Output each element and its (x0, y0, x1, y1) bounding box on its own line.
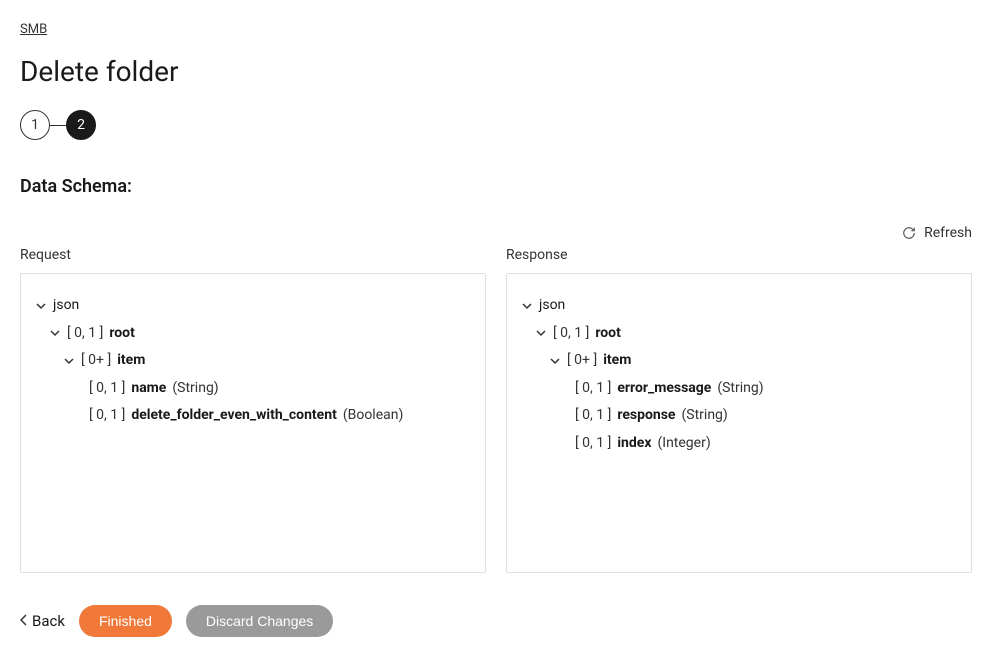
cardinality: [ 0, 1 ] (575, 406, 611, 426)
tree-row-json[interactable]: json (521, 292, 957, 320)
field-type: (String) (172, 379, 218, 399)
field-name: response (617, 406, 675, 426)
breadcrumb-smb[interactable]: SMB (20, 22, 47, 37)
tree-row-field[interactable]: [ 0, 1 ] response (String) (521, 402, 957, 430)
tree-row-root[interactable]: [ 0, 1 ] root (521, 320, 957, 348)
finished-button[interactable]: Finished (79, 605, 172, 637)
tree-row-field[interactable]: [ 0, 1 ] error_message (String) (521, 375, 957, 403)
field-type: (String) (681, 406, 727, 426)
cardinality: [ 0, 1 ] (575, 434, 611, 454)
cardinality: [ 0, 1 ] (89, 406, 125, 426)
section-title: Data Schema: (20, 176, 972, 197)
response-label: Response (506, 247, 972, 263)
field-name: item (603, 351, 631, 371)
tree-row-json[interactable]: json (35, 292, 471, 320)
tree-row-field[interactable]: [ 0, 1 ] name (String) (35, 375, 471, 403)
field-name: name (131, 379, 166, 399)
field-name: root (109, 324, 134, 344)
tree-row-root[interactable]: [ 0, 1 ] root (35, 320, 471, 348)
field-name: delete_folder_even_with_content (131, 406, 336, 426)
cardinality: [ 0+ ] (81, 351, 111, 371)
field-type: (String) (717, 379, 763, 399)
cardinality: [ 0, 1 ] (89, 379, 125, 399)
schema-columns: Request json [ 0, 1 ] root [ 0+ ] (20, 247, 972, 573)
request-label: Request (20, 247, 486, 263)
chevron-down-icon (549, 356, 561, 366)
step-connector (50, 125, 66, 126)
field-name: root (595, 324, 620, 344)
chevron-down-icon (35, 301, 47, 311)
step-1[interactable]: 1 (20, 110, 50, 140)
cardinality: [ 0, 1 ] (67, 324, 103, 344)
response-schema-box: json [ 0, 1 ] root [ 0+ ] item [ 0, 1 ] … (506, 273, 972, 573)
chevron-down-icon (63, 356, 75, 366)
back-button[interactable]: Back (20, 612, 65, 630)
field-type: (Boolean) (343, 406, 404, 426)
step-2[interactable]: 2 (66, 110, 96, 140)
tree-row-item[interactable]: [ 0+ ] item (521, 347, 957, 375)
response-column: Response json [ 0, 1 ] root [ 0+ ] (506, 247, 972, 573)
stepper: 1 2 (20, 110, 972, 140)
request-column: Request json [ 0, 1 ] root [ 0+ ] (20, 247, 486, 573)
cardinality: [ 0, 1 ] (575, 379, 611, 399)
tree-row-field[interactable]: [ 0, 1 ] delete_folder_even_with_content… (35, 402, 471, 430)
cardinality: [ 0+ ] (567, 351, 597, 371)
chevron-down-icon (49, 328, 61, 338)
discard-changes-button[interactable]: Discard Changes (186, 605, 333, 637)
refresh-button[interactable]: Refresh (20, 225, 972, 241)
chevron-down-icon (521, 301, 533, 311)
tree-label: json (539, 296, 565, 316)
page-title: Delete folder (20, 55, 972, 88)
chevron-down-icon (535, 328, 547, 338)
refresh-label: Refresh (924, 225, 972, 241)
tree-row-item[interactable]: [ 0+ ] item (35, 347, 471, 375)
request-schema-box: json [ 0, 1 ] root [ 0+ ] item [ 0, 1 ] … (20, 273, 486, 573)
field-name: error_message (617, 379, 711, 399)
field-type: (Integer) (657, 434, 710, 454)
field-name: item (117, 351, 145, 371)
tree-row-field[interactable]: [ 0, 1 ] index (Integer) (521, 430, 957, 458)
field-name: index (617, 434, 651, 454)
cardinality: [ 0, 1 ] (553, 324, 589, 344)
back-label: Back (32, 612, 65, 630)
chevron-left-icon (20, 612, 28, 630)
refresh-icon (902, 226, 916, 240)
tree-label: json (53, 296, 79, 316)
footer: Back Finished Discard Changes (20, 605, 333, 637)
